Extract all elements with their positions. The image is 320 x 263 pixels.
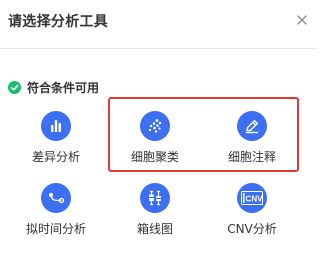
boxplot-icon [140,183,170,213]
close-icon [297,15,307,25]
tool-label: 箱线图 [136,222,173,236]
bar-chart-icon [41,111,71,141]
tool-label: 拟时间分析 [25,222,86,236]
cnv-icon: CNV [237,183,267,213]
tool-differential-analysis[interactable]: 差异分析 [11,111,101,165]
tool-label: 差异分析 [31,150,80,164]
svg-text:CNV: CNV [246,195,263,204]
tool-cnv-analysis[interactable]: CNV CNV分析 [207,183,297,237]
tool-pseudotime-analysis[interactable]: 拟时间分析 [11,183,101,237]
select-tool-dialog: 请选择分析工具 符合条件可用 差异分析 细胞聚类 细胞注释 拟时间分析 箱线图 … [0,0,317,263]
dialog-title: 请选择分析工具 [8,14,109,30]
check-circle-icon [8,81,21,94]
available-section-header: 符合条件可用 [8,79,99,96]
tool-label: CNV分析 [227,222,277,236]
tool-boxplot[interactable]: 箱线图 [110,183,200,237]
section-label: 符合条件可用 [27,81,100,95]
close-button[interactable] [291,9,313,31]
header-divider [0,48,317,49]
highlight-box [108,97,299,172]
trajectory-icon [41,183,71,213]
